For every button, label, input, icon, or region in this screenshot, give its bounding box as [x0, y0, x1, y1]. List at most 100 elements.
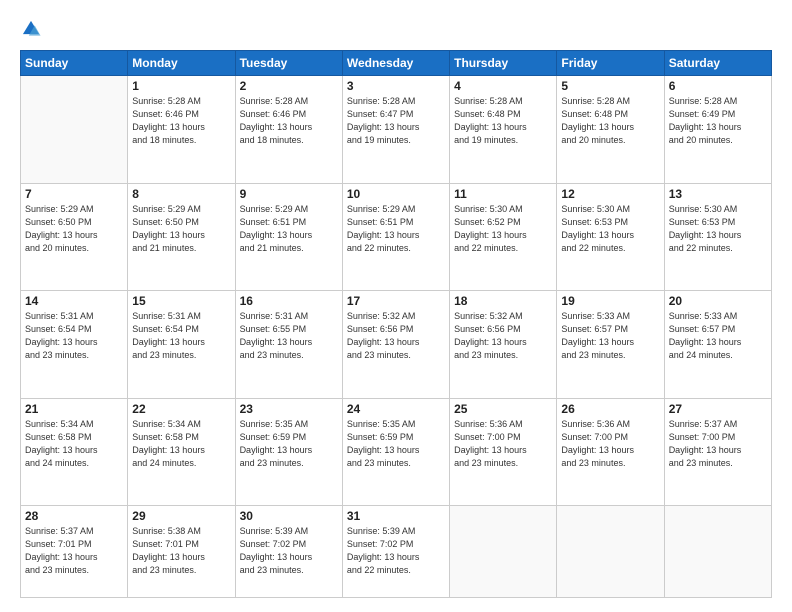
- day-number: 24: [347, 402, 445, 416]
- day-number: 12: [561, 187, 659, 201]
- day-number: 1: [132, 79, 230, 93]
- day-number: 31: [347, 509, 445, 523]
- day-number: 19: [561, 294, 659, 308]
- day-number: 6: [669, 79, 767, 93]
- day-number: 9: [240, 187, 338, 201]
- day-number: 21: [25, 402, 123, 416]
- day-info: Sunrise: 5:29 AM Sunset: 6:50 PM Dayligh…: [25, 203, 123, 255]
- day-info: Sunrise: 5:38 AM Sunset: 7:01 PM Dayligh…: [132, 525, 230, 577]
- calendar-cell: 15Sunrise: 5:31 AM Sunset: 6:54 PM Dayli…: [128, 291, 235, 399]
- calendar-cell: 27 Sunrise: 5:37 AM Sunset: 7:00 PM Dayli…: [664, 398, 771, 506]
- day-info: Sunrise: 5:39 AM Sunset: 7:02 PM Dayligh…: [347, 525, 445, 577]
- weekday-header-monday: Monday: [128, 51, 235, 76]
- calendar-cell: [557, 506, 664, 598]
- calendar-cell: 22Sunrise: 5:34 AM Sunset: 6:58 PM Dayli…: [128, 398, 235, 506]
- day-number: 25: [454, 402, 552, 416]
- calendar-week-row: 21 Sunrise: 5:34 AM Sunset: 6:58 PM Dayli…: [21, 398, 772, 506]
- calendar-cell: 13 Sunrise: 5:30 AM Sunset: 6:53 PM Dayli…: [664, 183, 771, 291]
- calendar-cell: 18Sunrise: 5:32 AM Sunset: 6:56 PM Dayli…: [450, 291, 557, 399]
- day-number: 14: [25, 294, 123, 308]
- day-number: 17: [347, 294, 445, 308]
- day-info: Sunrise: 5:28 AM Sunset: 6:49 PM Dayligh…: [669, 95, 767, 147]
- weekday-header-row: SundayMondayTuesdayWednesdayThursdayFrid…: [21, 51, 772, 76]
- day-info: Sunrise: 5:30 AM Sunset: 6:52 PM Dayligh…: [454, 203, 552, 255]
- day-number: 15: [132, 294, 230, 308]
- calendar-cell: 10Sunrise: 5:29 AM Sunset: 6:51 PM Dayli…: [342, 183, 449, 291]
- day-number: 28: [25, 509, 123, 523]
- day-number: 27: [669, 402, 767, 416]
- logo: [20, 18, 46, 40]
- calendar-cell: 23 Sunrise: 5:35 AM Sunset: 6:59 PM Dayli…: [235, 398, 342, 506]
- calendar-cell: 28 Sunrise: 5:37 AM Sunset: 7:01 PM Dayli…: [21, 506, 128, 598]
- day-info: Sunrise: 5:31 AM Sunset: 6:54 PM Dayligh…: [25, 310, 123, 362]
- day-number: 3: [347, 79, 445, 93]
- calendar-cell: 1 Sunrise: 5:28 AM Sunset: 6:46 PM Daylig…: [128, 76, 235, 184]
- day-info: Sunrise: 5:29 AM Sunset: 6:51 PM Dayligh…: [240, 203, 338, 255]
- weekday-header-sunday: Sunday: [21, 51, 128, 76]
- calendar-cell: 24 Sunrise: 5:35 AM Sunset: 6:59 PM Dayli…: [342, 398, 449, 506]
- day-info: Sunrise: 5:36 AM Sunset: 7:00 PM Dayligh…: [561, 418, 659, 470]
- calendar-table: SundayMondayTuesdayWednesdayThursdayFrid…: [20, 50, 772, 598]
- weekday-header-wednesday: Wednesday: [342, 51, 449, 76]
- day-number: 22: [132, 402, 230, 416]
- day-info: Sunrise: 5:32 AM Sunset: 6:56 PM Dayligh…: [347, 310, 445, 362]
- calendar-cell: 7 Sunrise: 5:29 AM Sunset: 6:50 PM Daylig…: [21, 183, 128, 291]
- calendar-cell: 12 Sunrise: 5:30 AM Sunset: 6:53 PM Dayli…: [557, 183, 664, 291]
- day-info: Sunrise: 5:33 AM Sunset: 6:57 PM Dayligh…: [669, 310, 767, 362]
- calendar-cell: [450, 506, 557, 598]
- day-info: Sunrise: 5:30 AM Sunset: 6:53 PM Dayligh…: [561, 203, 659, 255]
- calendar-cell: 29 Sunrise: 5:38 AM Sunset: 7:01 PM Dayli…: [128, 506, 235, 598]
- weekday-header-friday: Friday: [557, 51, 664, 76]
- day-info: Sunrise: 5:35 AM Sunset: 6:59 PM Dayligh…: [347, 418, 445, 470]
- logo-icon: [20, 18, 42, 40]
- day-info: Sunrise: 5:28 AM Sunset: 6:48 PM Dayligh…: [561, 95, 659, 147]
- day-number: 20: [669, 294, 767, 308]
- day-number: 13: [669, 187, 767, 201]
- calendar-cell: 8 Sunrise: 5:29 AM Sunset: 6:50 PM Daylig…: [128, 183, 235, 291]
- day-info: Sunrise: 5:33 AM Sunset: 6:57 PM Dayligh…: [561, 310, 659, 362]
- day-number: 29: [132, 509, 230, 523]
- day-info: Sunrise: 5:37 AM Sunset: 7:01 PM Dayligh…: [25, 525, 123, 577]
- day-number: 4: [454, 79, 552, 93]
- calendar-cell: 17 Sunrise: 5:32 AM Sunset: 6:56 PM Dayli…: [342, 291, 449, 399]
- calendar-week-row: 7 Sunrise: 5:29 AM Sunset: 6:50 PM Daylig…: [21, 183, 772, 291]
- weekday-header-thursday: Thursday: [450, 51, 557, 76]
- header: [20, 18, 772, 40]
- day-number: 16: [240, 294, 338, 308]
- day-info: Sunrise: 5:28 AM Sunset: 6:46 PM Dayligh…: [240, 95, 338, 147]
- calendar-cell: 21 Sunrise: 5:34 AM Sunset: 6:58 PM Dayli…: [21, 398, 128, 506]
- day-number: 8: [132, 187, 230, 201]
- calendar-week-row: 1 Sunrise: 5:28 AM Sunset: 6:46 PM Daylig…: [21, 76, 772, 184]
- day-info: Sunrise: 5:39 AM Sunset: 7:02 PM Dayligh…: [240, 525, 338, 577]
- calendar-cell: 19 Sunrise: 5:33 AM Sunset: 6:57 PM Dayli…: [557, 291, 664, 399]
- day-info: Sunrise: 5:31 AM Sunset: 6:55 PM Dayligh…: [240, 310, 338, 362]
- calendar-cell: 25 Sunrise: 5:36 AM Sunset: 7:00 PM Dayli…: [450, 398, 557, 506]
- day-info: Sunrise: 5:36 AM Sunset: 7:00 PM Dayligh…: [454, 418, 552, 470]
- calendar-cell: [664, 506, 771, 598]
- calendar-week-row: 14 Sunrise: 5:31 AM Sunset: 6:54 PM Dayli…: [21, 291, 772, 399]
- day-number: 11: [454, 187, 552, 201]
- day-number: 23: [240, 402, 338, 416]
- calendar-cell: 3Sunrise: 5:28 AM Sunset: 6:47 PM Daylig…: [342, 76, 449, 184]
- day-info: Sunrise: 5:28 AM Sunset: 6:46 PM Dayligh…: [132, 95, 230, 147]
- day-info: Sunrise: 5:29 AM Sunset: 6:50 PM Dayligh…: [132, 203, 230, 255]
- calendar-cell: 30 Sunrise: 5:39 AM Sunset: 7:02 PM Dayli…: [235, 506, 342, 598]
- calendar-cell: 26Sunrise: 5:36 AM Sunset: 7:00 PM Dayli…: [557, 398, 664, 506]
- calendar-cell: [21, 76, 128, 184]
- page: SundayMondayTuesdayWednesdayThursdayFrid…: [0, 0, 792, 612]
- day-number: 5: [561, 79, 659, 93]
- calendar-cell: 9 Sunrise: 5:29 AM Sunset: 6:51 PM Daylig…: [235, 183, 342, 291]
- day-number: 30: [240, 509, 338, 523]
- day-number: 7: [25, 187, 123, 201]
- day-number: 2: [240, 79, 338, 93]
- day-info: Sunrise: 5:35 AM Sunset: 6:59 PM Dayligh…: [240, 418, 338, 470]
- day-info: Sunrise: 5:34 AM Sunset: 6:58 PM Dayligh…: [25, 418, 123, 470]
- calendar-cell: 6 Sunrise: 5:28 AM Sunset: 6:49 PM Daylig…: [664, 76, 771, 184]
- calendar-cell: 4 Sunrise: 5:28 AM Sunset: 6:48 PM Daylig…: [450, 76, 557, 184]
- calendar-cell: 2 Sunrise: 5:28 AM Sunset: 6:46 PM Daylig…: [235, 76, 342, 184]
- day-number: 18: [454, 294, 552, 308]
- day-number: 10: [347, 187, 445, 201]
- day-info: Sunrise: 5:28 AM Sunset: 6:48 PM Dayligh…: [454, 95, 552, 147]
- day-info: Sunrise: 5:30 AM Sunset: 6:53 PM Dayligh…: [669, 203, 767, 255]
- day-info: Sunrise: 5:37 AM Sunset: 7:00 PM Dayligh…: [669, 418, 767, 470]
